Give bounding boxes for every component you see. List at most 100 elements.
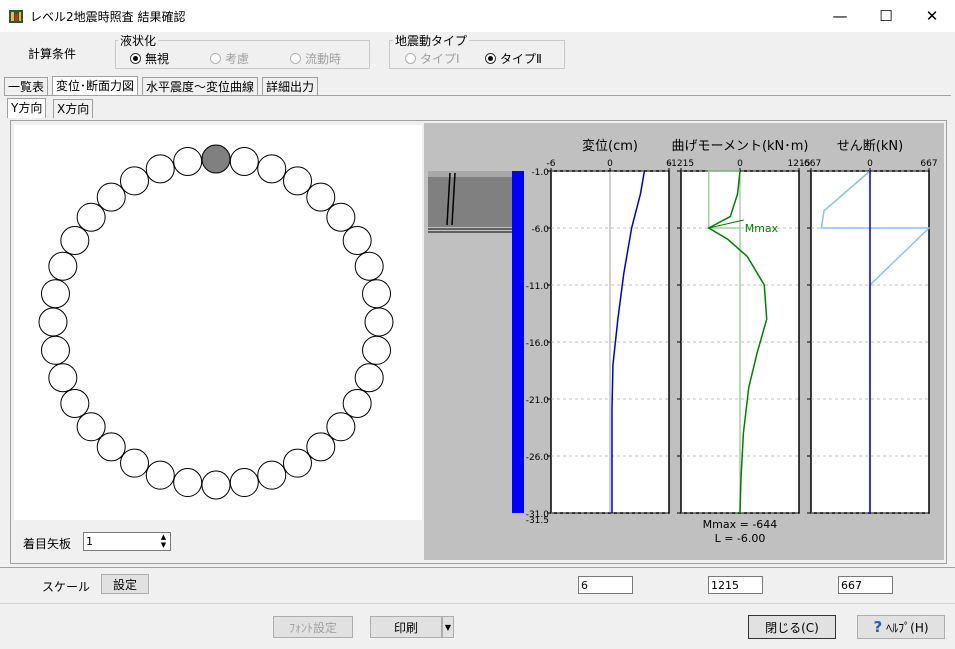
calc-conditions-label: 計算条件 [28, 47, 77, 61]
app-icon [9, 10, 23, 23]
close-icon: ✕ [925, 7, 939, 25]
sheet-pile [354, 251, 384, 281]
x-tick-label: 0 [867, 159, 873, 169]
sheet-pile [364, 307, 394, 337]
x-tick-label: 667 [920, 159, 937, 169]
sheet-pile [326, 412, 356, 442]
sheet-pile [145, 460, 175, 490]
maximize-icon: ☐ [879, 7, 893, 25]
window-title: レベル2地震時照査 結果確認 [30, 10, 186, 24]
radio-liq-ignore[interactable]: 無視 [130, 50, 169, 67]
minimize-icon: — [832, 7, 848, 25]
sheet-pile [283, 448, 312, 478]
chart-title: 曲げモーメント(kN･m) [671, 139, 808, 154]
radio-unchecked-icon [405, 53, 416, 64]
scale-label: スケール [42, 580, 91, 594]
stepper-arrows[interactable]: ▲ ▼ [157, 533, 170, 550]
sheet-pile-label: 着目矢板 [23, 537, 72, 551]
liquefaction-legend: 液状化 [118, 32, 159, 49]
scale-displacement-input[interactable] [578, 576, 633, 594]
sheet-pile [60, 389, 90, 418]
title-bar: レベル2地震時照査 結果確認 — ☐ ✕ [0, 0, 955, 32]
sheet-pile [60, 226, 90, 255]
close-button[interactable]: 閉じる(C) [748, 615, 836, 639]
depth-tick-label: -1.0 [531, 168, 549, 178]
sheet-pile [96, 432, 126, 462]
help-icon: ? [873, 618, 883, 636]
sheet-pile [306, 182, 336, 212]
footer-divider [0, 603, 955, 604]
sheet-pile [173, 468, 203, 498]
result-charts: -1.0-6.0-11.0-16.0-21.0-26.0-31.0-31.5変位… [428, 138, 938, 545]
up-arrow-icon[interactable]: ▲ [161, 533, 166, 541]
tab-displacement-forces[interactable]: 変位･断面力図 [52, 76, 139, 96]
tab-seismic-curve[interactable]: 水平震度～変位曲線 [142, 77, 259, 96]
depth-tick-label: -26.0 [526, 453, 550, 463]
pile-ring-diagram [38, 144, 394, 500]
sheet-pile [173, 146, 203, 176]
chart-title: せん断(kN) [837, 139, 903, 154]
chart-title: 変位(cm) [582, 138, 638, 154]
sheet-pile [38, 307, 68, 337]
font-settings-button[interactable]: ﾌｫﾝﾄ設定 [273, 616, 353, 638]
sheet-pile-depth-bar [512, 171, 524, 513]
sheet-pile [362, 335, 392, 365]
print-dropdown-button[interactable]: ▼ [442, 616, 454, 638]
x-tick-label: -667 [801, 159, 821, 169]
radio-unchecked-icon [290, 53, 301, 64]
bottom-divider [0, 567, 955, 568]
sheet-pile [283, 166, 312, 196]
x-tick-label: -6 [547, 159, 556, 169]
soil-layer [428, 171, 512, 227]
scale-shear-input[interactable] [838, 576, 893, 594]
help-button[interactable]: ? ﾍﾙﾌﾟ(H) [857, 615, 945, 639]
down-arrow-icon[interactable]: ▼ [161, 541, 166, 549]
chevron-down-icon: ▼ [444, 622, 452, 632]
sheet-pile [40, 335, 70, 365]
sheet-pile [257, 154, 287, 184]
sheet-pile [76, 202, 106, 232]
radio-liq-flow[interactable]: 流動時 [290, 50, 341, 67]
maximize-button[interactable]: ☐ [863, 0, 909, 32]
sheet-pile [120, 448, 149, 478]
depth-tick-label: -11.0 [526, 282, 550, 292]
sheet-pile [40, 279, 70, 309]
plot-panel: -1.0 -6.0 -11.0 -16.0 -21.0 -26.0 -31.0 -31.5 変位… [424, 123, 944, 560]
radio-checked-icon [130, 53, 141, 64]
sheet-pile [229, 146, 259, 176]
sheet-pile [48, 251, 78, 281]
tab-detail-output[interactable]: 詳細出力 [262, 77, 319, 96]
motion-type-legend: 地震動タイプ [393, 32, 470, 49]
mmax-annotation: Mmax [745, 222, 779, 235]
sheet-pile [257, 460, 287, 490]
result-text: L = -6.00 [715, 532, 766, 545]
depth-tick-label: -6.0 [531, 225, 549, 235]
close-window-button[interactable]: ✕ [909, 0, 955, 32]
help-label: ﾍﾙﾌﾟ(H) [886, 620, 929, 635]
x-tick-label: 0 [737, 159, 743, 169]
x-tick-label: 0 [607, 159, 613, 169]
subtab-x-direction[interactable]: X方向 [53, 99, 94, 118]
radio-type1[interactable]: タイプⅠ [405, 50, 460, 67]
minimize-button[interactable]: — [817, 0, 863, 32]
sheet-pile [229, 468, 259, 498]
pile-ring-panel [14, 125, 422, 520]
result-text: Mmax = -644 [703, 518, 778, 531]
subtab-y-direction[interactable]: Y方向 [7, 98, 47, 118]
radio-checked-icon [485, 53, 496, 64]
tab-summary[interactable]: 一覧表 [4, 77, 49, 96]
sheet-pile [76, 412, 106, 442]
scale-settings-button[interactable]: 設定 [101, 574, 149, 594]
tab-divider [4, 95, 951, 96]
sheet-pile [362, 279, 392, 309]
print-button[interactable]: 印刷 [370, 616, 442, 638]
sheet-pile [354, 363, 384, 393]
radio-type2[interactable]: タイプⅡ [485, 50, 542, 67]
radio-liq-consider[interactable]: 考慮 [210, 50, 249, 67]
x-tick-label: -1215 [668, 159, 694, 169]
sheet-pile [306, 432, 336, 462]
sheet-pile [342, 389, 372, 418]
scale-moment-input[interactable] [708, 576, 763, 594]
depth-tick-label: -21.0 [526, 396, 550, 406]
sheet-pile [326, 202, 356, 232]
